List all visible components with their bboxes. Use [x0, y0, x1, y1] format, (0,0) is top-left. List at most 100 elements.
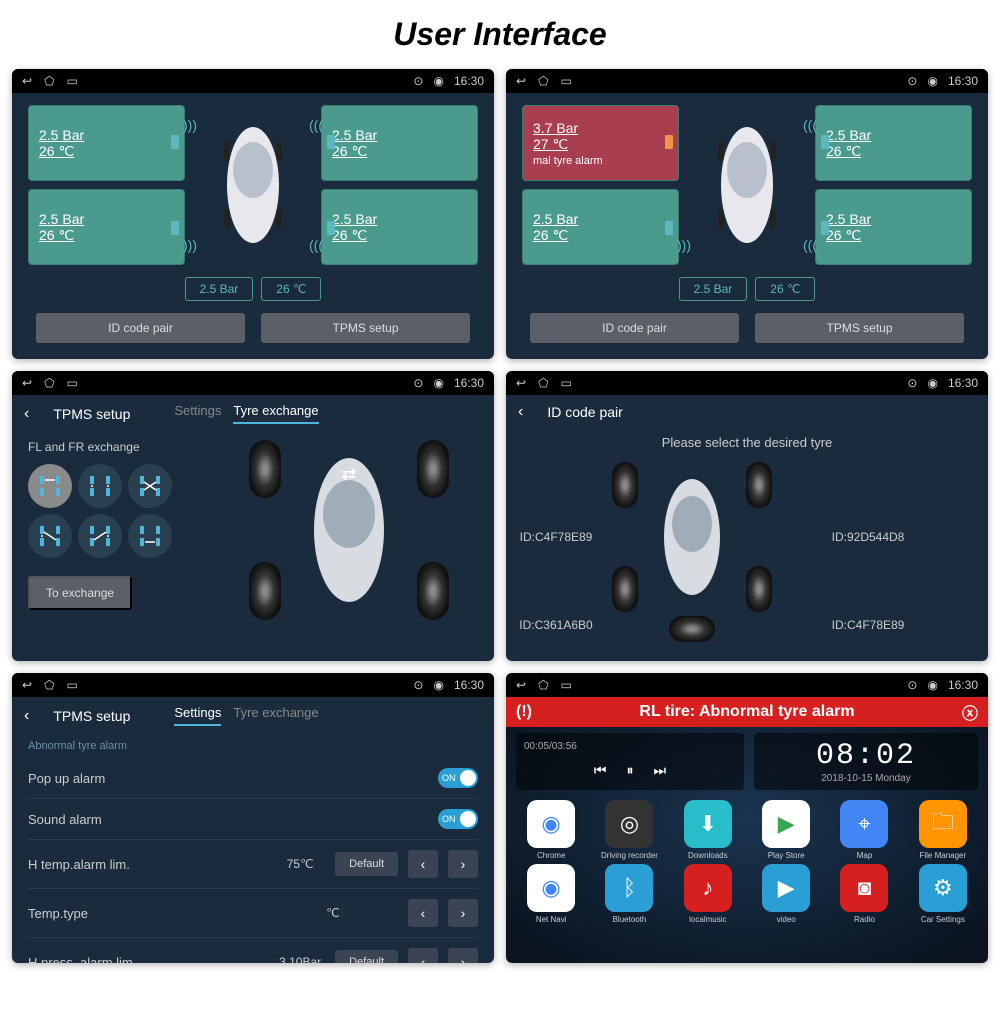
clock-widget[interactable]: 08:02 2018-10-15 Monday: [754, 733, 978, 790]
car-chassis-graphic: [612, 462, 772, 612]
h-temp-value: 75℃: [275, 857, 325, 871]
row-h-temp: H temp.alarm lim. 75℃ Default ‹ ›: [28, 840, 478, 889]
pattern-option[interactable]: [28, 514, 72, 558]
tyre-fl[interactable]: 2.5 Bar 26 ℃: [28, 105, 185, 181]
battery-icon: [821, 135, 829, 149]
id-code-pair-button[interactable]: ID code pair: [36, 313, 245, 343]
back-icon[interactable]: ↩: [22, 678, 32, 692]
close-icon[interactable]: ⓧ: [962, 700, 978, 724]
row-label: H press. alarm lim.: [28, 955, 136, 964]
back-icon[interactable]: ↩: [516, 74, 526, 88]
wheel-fl[interactable]: [612, 462, 638, 508]
default-button[interactable]: Default: [335, 950, 398, 963]
home-icon[interactable]: ⬠: [44, 376, 54, 390]
tyre-rl[interactable]: 2.5 Bar 26 ℃: [28, 189, 185, 265]
pattern-option[interactable]: [128, 514, 172, 558]
tyre-rl[interactable]: 2.5 Bar 26 ℃: [522, 189, 679, 265]
app-chrome[interactable]: ◉Chrome: [514, 800, 588, 860]
gps-icon: ⊙: [413, 74, 423, 88]
tyre-rr[interactable]: 2.5 Bar 26 ℃: [321, 189, 478, 265]
tab-tyre-exchange[interactable]: Tyre exchange: [233, 403, 318, 424]
tpms-setup-button[interactable]: TPMS setup: [755, 313, 964, 343]
row-temp-type: Temp.type ℃ ‹ ›: [28, 889, 478, 938]
tab-settings[interactable]: Settings: [174, 705, 221, 726]
recent-icon[interactable]: ▭: [67, 74, 78, 88]
app-radio[interactable]: ◙Radio: [827, 864, 901, 924]
app-play-store[interactable]: ▶Play Store: [749, 800, 823, 860]
tpms-setup-button[interactable]: TPMS setup: [261, 313, 470, 343]
decrement-button[interactable]: ‹: [408, 850, 438, 878]
app-net-navi[interactable]: ◉Net Navi: [514, 864, 588, 924]
back-icon[interactable]: ↩: [22, 74, 32, 88]
alarm-text: RL tire: Abnormal tyre alarm: [639, 703, 854, 721]
to-exchange-button[interactable]: To exchange: [28, 576, 132, 610]
back-icon[interactable]: ↩: [22, 376, 32, 390]
back-chevron-icon[interactable]: ‹: [518, 403, 523, 421]
screen-title: TPMS setup: [53, 406, 130, 422]
increment-button[interactable]: ›: [448, 850, 478, 878]
wheel-spare[interactable]: [669, 616, 715, 642]
temp-value: 26 ℃: [826, 227, 961, 244]
tyre-rr[interactable]: 2.5 Bar 26 ℃: [815, 189, 972, 265]
home-icon[interactable]: ⬠: [538, 376, 548, 390]
pair-prompt: Please select the desired tyre: [506, 435, 988, 450]
screen-title: ID code pair: [547, 404, 622, 420]
app-localmusic[interactable]: ♪localmusic: [671, 864, 745, 924]
wheel-fr[interactable]: [417, 440, 449, 498]
home-icon[interactable]: ⬠: [44, 74, 54, 88]
home-icon[interactable]: ⬠: [44, 678, 54, 692]
back-icon[interactable]: ↩: [516, 678, 526, 692]
temp-value: 27 ℃: [533, 136, 668, 153]
next-track-icon[interactable]: ⏭: [654, 762, 667, 779]
wheel-rl[interactable]: [612, 566, 638, 612]
recent-icon[interactable]: ▭: [67, 376, 78, 390]
app-file-manager[interactable]: 🗀File Manager: [906, 800, 980, 860]
app-map[interactable]: ⌖Map: [827, 800, 901, 860]
home-icon[interactable]: ⬠: [538, 678, 548, 692]
pattern-fl-fr[interactable]: [28, 464, 72, 508]
decrement-button[interactable]: ‹: [408, 948, 438, 963]
app-bluetooth[interactable]: ᛒBluetooth: [592, 864, 666, 924]
wifi-icon: ◉: [927, 74, 937, 88]
pattern-option[interactable]: [78, 514, 122, 558]
app-driving-recorder[interactable]: ◎Driving recorder: [592, 800, 666, 860]
back-chevron-icon[interactable]: ‹: [24, 405, 29, 423]
tab-tyre-exchange[interactable]: Tyre exchange: [233, 705, 318, 726]
recent-icon[interactable]: ▭: [561, 678, 572, 692]
default-button[interactable]: Default: [335, 852, 398, 876]
signal-icon: (((: [309, 237, 323, 253]
wheel-rr[interactable]: [746, 566, 772, 612]
wheel-fl[interactable]: [249, 440, 281, 498]
recent-icon[interactable]: ▭: [67, 678, 78, 692]
prev-track-icon[interactable]: ⏮: [594, 762, 607, 779]
car-graphic: ))) ((( ))) (((: [193, 105, 313, 265]
wheel-fr[interactable]: [746, 462, 772, 508]
pattern-option[interactable]: [78, 464, 122, 508]
id-code-pair-button[interactable]: ID code pair: [530, 313, 739, 343]
back-chevron-icon[interactable]: ‹: [24, 707, 29, 725]
tyre-fr[interactable]: 2.5 Bar 26 ℃: [321, 105, 478, 181]
media-widget[interactable]: 00:05/03:56 ⏮ ⏸ ⏭: [516, 733, 744, 790]
increment-button[interactable]: ›: [448, 948, 478, 963]
back-icon[interactable]: ↩: [516, 376, 526, 390]
recent-icon[interactable]: ▭: [561, 376, 572, 390]
tyre-warning-icon: (!): [516, 703, 532, 721]
pattern-option[interactable]: [128, 464, 172, 508]
app-video[interactable]: ▶video: [749, 864, 823, 924]
decrement-button[interactable]: ‹: [408, 899, 438, 927]
clock-text: 16:30: [948, 74, 978, 88]
tyre-fr[interactable]: 2.5 Bar 26 ℃: [815, 105, 972, 181]
sound-alarm-toggle[interactable]: ON: [438, 809, 478, 829]
app-car-settings[interactable]: ⚙Car Settings: [906, 864, 980, 924]
tab-settings[interactable]: Settings: [174, 403, 221, 424]
pause-icon[interactable]: ⏸: [627, 762, 634, 779]
tyre-fl-alarm[interactable]: 3.7 Bar 27 ℃ mal tyre alarm: [522, 105, 679, 181]
home-icon[interactable]: ⬠: [538, 74, 548, 88]
increment-button[interactable]: ›: [448, 899, 478, 927]
popup-alarm-toggle[interactable]: ON: [438, 768, 478, 788]
wheel-rl[interactable]: [249, 562, 281, 620]
clock-text: 16:30: [948, 376, 978, 390]
recent-icon[interactable]: ▭: [561, 74, 572, 88]
wheel-rr[interactable]: [417, 562, 449, 620]
app-downloads[interactable]: ⬇Downloads: [671, 800, 745, 860]
